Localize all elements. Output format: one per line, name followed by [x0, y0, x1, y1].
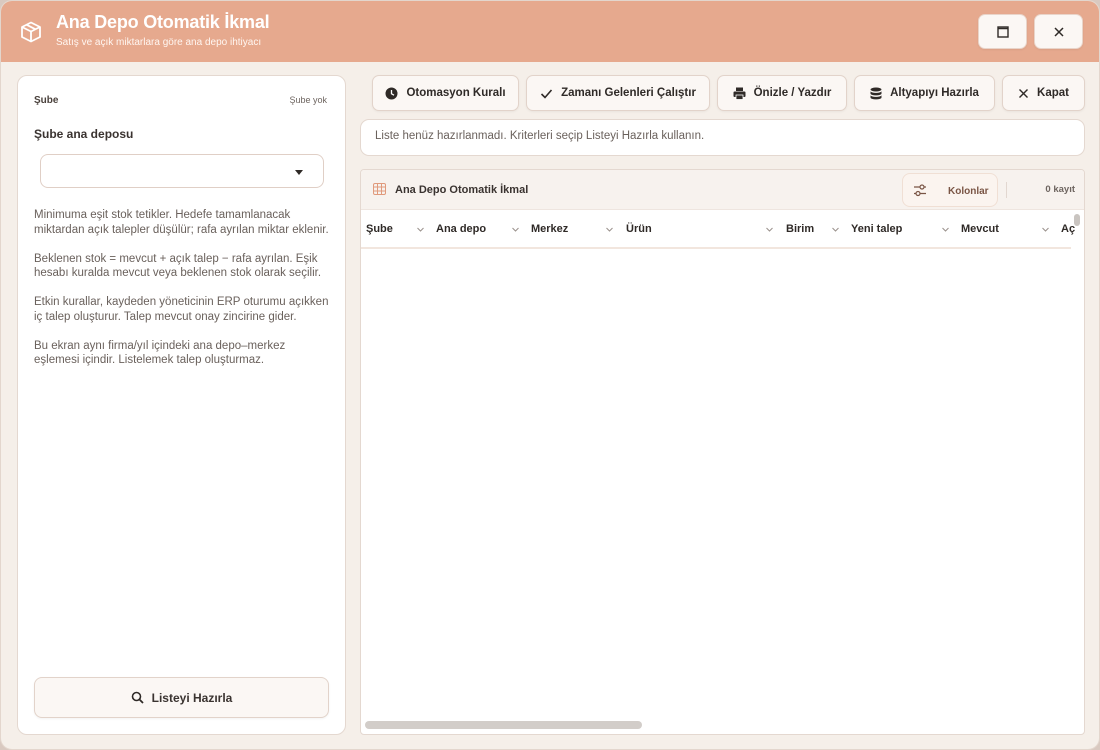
column-header-current[interactable]: Mevcut — [961, 223, 999, 235]
vertical-scrollbar-thumb[interactable] — [1074, 214, 1080, 226]
info-paragraph: Bu ekran aynı firma/yıl içindeki ana dep… — [34, 339, 286, 367]
info-paragraph: Beklenen stok = mevcut + açık talep − ra… — [34, 252, 322, 280]
database-icon — [870, 87, 882, 99]
title-bar: Ana Depo Otomatik İkmal Satış ve açık mi… — [1, 1, 1099, 62]
chevron-down-icon[interactable] — [512, 226, 519, 233]
grid-header: Ana Depo Otomatik İkmal Kolonlar 0 kayıt — [361, 170, 1084, 210]
prepare-infrastructure-button[interactable]: Altyapıyı Hazırla — [854, 75, 995, 111]
chevron-down-icon[interactable] — [832, 226, 839, 233]
close-label: Kapat — [1037, 87, 1069, 99]
preview-print-button[interactable]: Önizle / Yazdır — [717, 75, 847, 111]
info-paragraph: Etkin kurallar, kaydeden yöneticinin ERP… — [34, 296, 329, 323]
column-header-new-request[interactable]: Yeni talep — [851, 223, 902, 235]
columns-label: Kolonlar — [948, 186, 989, 197]
maximize-button[interactable] — [978, 14, 1027, 49]
window-subtitle: Satış ve açık miktarlara göre ana depo i… — [56, 37, 262, 48]
status-message-box: Liste henüz hazırlanmadı. Kriterleri seç… — [360, 119, 1085, 156]
prepare-list-label: Listeyi Hazırla — [151, 690, 233, 705]
data-grid: Ana Depo Otomatik İkmal Kolonlar 0 kayıt… — [360, 169, 1085, 735]
title-block: Ana Depo Otomatik İkmal Satış ve açık mi… — [56, 12, 270, 48]
close-button[interactable]: Kapat — [1002, 75, 1085, 111]
chevron-down-icon[interactable] — [1042, 226, 1049, 233]
column-header-product[interactable]: Ürün — [626, 223, 652, 235]
close-icon — [1053, 26, 1064, 37]
column-header-main-depot[interactable]: Ana depo — [436, 223, 486, 235]
depot-label: Şube ana deposu — [34, 127, 134, 141]
dropdown-caret-icon — [295, 170, 303, 175]
preview-print-label: Önizle / Yazdır — [753, 87, 832, 99]
check-icon — [540, 88, 553, 99]
maximize-icon — [996, 25, 1009, 38]
column-header-branch[interactable]: Şube — [366, 223, 393, 235]
chevron-down-icon[interactable] — [417, 226, 424, 233]
run-due-label: Zamanı Gelenleri Çalıştır — [561, 87, 696, 99]
info-text: Minimuma eşit stok tetikler. Hedefe tama… — [34, 208, 332, 382]
divider — [1006, 182, 1007, 198]
prepare-list-button[interactable]: Listeyi Hazırla — [34, 677, 329, 718]
search-icon — [131, 691, 144, 704]
criteria-panel: Şube Şube yok Şube ana deposu Minimuma e… — [17, 75, 346, 735]
depot-select[interactable] — [40, 154, 324, 188]
app-window: Ana Depo Otomatik İkmal Satış ve açık mi… — [0, 0, 1100, 750]
sliders-icon — [914, 184, 926, 197]
vertical-scrollbar[interactable] — [1072, 212, 1082, 732]
branch-label: Şube — [34, 95, 59, 106]
branch-value: Şube yok — [289, 95, 327, 105]
close-icon — [1019, 88, 1029, 98]
clock-icon — [385, 87, 398, 99]
grid-title: Ana Depo Otomatik İkmal — [395, 184, 529, 196]
horizontal-scrollbar-thumb[interactable] — [365, 721, 642, 729]
automation-rule-button[interactable]: Otomasyon Kuralı — [372, 75, 519, 111]
printer-icon — [733, 87, 746, 100]
column-header-unit[interactable]: Birim — [786, 223, 814, 235]
column-header-center[interactable]: Merkez — [531, 223, 568, 235]
status-message: Liste henüz hazırlanmadı. Kriterleri seç… — [375, 130, 705, 142]
column-header-row: Şube Ana depo Merkez Ürün Birim Yeni tal… — [361, 211, 1075, 249]
record-count: 0 kayıt — [1045, 184, 1075, 195]
window-close-button[interactable] — [1034, 14, 1083, 49]
run-due-button[interactable]: Zamanı Gelenleri Çalıştır — [526, 75, 710, 111]
window-title: Ana Depo Otomatik İkmal — [56, 12, 270, 32]
info-paragraph: Minimuma eşit stok tetikler. Hedefe tama… — [34, 209, 329, 236]
chevron-down-icon[interactable] — [942, 226, 949, 233]
table-icon — [373, 183, 386, 195]
box-icon — [21, 21, 41, 43]
chevron-down-icon[interactable] — [606, 226, 613, 233]
chevron-down-icon[interactable] — [766, 226, 773, 233]
columns-button[interactable]: Kolonlar — [902, 173, 998, 207]
prepare-infrastructure-label: Altyapıyı Hazırla — [890, 87, 979, 99]
automation-rule-label: Otomasyon Kuralı — [406, 87, 506, 99]
